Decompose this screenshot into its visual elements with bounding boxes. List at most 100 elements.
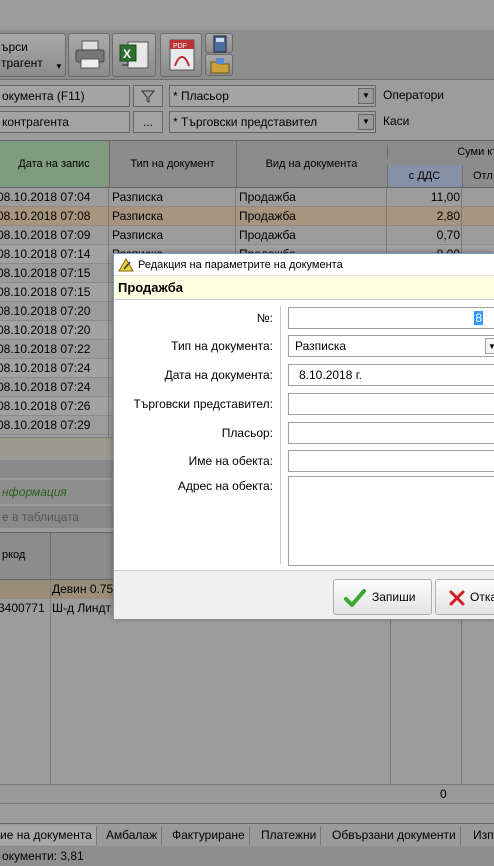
form-divider [280, 306, 281, 564]
col-doc-type-header[interactable]: Тип на документ [109, 141, 235, 187]
checkmark-icon [344, 589, 366, 607]
row-date: 08.10.2018 07:20 [0, 304, 91, 318]
row-date: 08.10.2018 07:29 [0, 418, 91, 432]
row-date: 08.10.2018 07:24 [0, 380, 91, 394]
row-date: 08.10.2018 07:04 [0, 190, 91, 204]
row-date: 08.10.2018 07:15 [0, 285, 91, 299]
row-date: 08.10.2018 07:24 [0, 361, 91, 375]
sales-rep-label: Търговски представител: [133, 397, 274, 411]
number-field[interactable]: 8 [288, 307, 494, 329]
chevron-down-icon[interactable]: ▼ [485, 338, 494, 354]
doc-type-label: Тип на документа: [171, 339, 273, 353]
tab-payments[interactable]: Платежни [257, 826, 322, 845]
row-date: 08.10.2018 07:08 [0, 209, 91, 223]
pdf-icon: PDF [169, 39, 195, 71]
col-doc-kind-header[interactable]: Вид на документа [236, 141, 386, 187]
sums-group-header: Суми къ [387, 145, 494, 159]
row-amount: 2,80 [436, 209, 460, 223]
grid-col-divider [50, 533, 51, 581]
table-row[interactable]: 08.10.2018 07:08 Разписка Продажба 2,80 [0, 207, 494, 226]
cancel-button[interactable]: Отка [435, 579, 494, 615]
folder-icon [210, 58, 230, 74]
table-row[interactable]: 08.10.2018 07:09 Разписка Продажба 0,70 [0, 226, 494, 245]
placer-label: Пласьор: [221, 426, 273, 440]
col-date-header[interactable]: Дата на запис [0, 141, 108, 187]
calculator-icon [213, 35, 227, 53]
search-contragent-button[interactable]: ърси трагент ▼ [0, 33, 66, 77]
bottom-tabs: ие на документа Амбалаж Фактуриране Плат… [0, 823, 494, 845]
col-code-header[interactable]: ркод [2, 549, 25, 561]
object-name-field[interactable] [288, 450, 494, 472]
operators-label: Оператори [383, 88, 445, 102]
object-address-field[interactable] [288, 476, 494, 566]
svg-text:X: X [123, 47, 131, 61]
documents-filter[interactable]: окумента (F11) [0, 85, 130, 107]
row-date: 08.10.2018 07:20 [0, 323, 91, 337]
dialog-header: Продажба [114, 276, 494, 300]
subgrid-footer: 0 [0, 784, 494, 804]
row-date: 08.10.2018 07:09 [0, 228, 91, 242]
svg-text:PDF: PDF [173, 43, 187, 50]
row-amount: 0,70 [436, 228, 460, 242]
calculator-button[interactable] [205, 33, 233, 53]
row-name: Девин 0.75 [52, 582, 114, 596]
doc-date-field[interactable]: 8.10.2018 г. [288, 364, 494, 386]
table-row[interactable]: 08.10.2018 07:04 Разписка Продажба 11,00 [0, 188, 494, 207]
dropdown-arrow-icon: ▼ [55, 62, 63, 71]
sales-rep-combo[interactable]: * Търговски представител ▼ [169, 111, 376, 133]
cash-label: Каси [383, 114, 410, 128]
chevron-down-icon[interactable]: ▼ [358, 88, 374, 104]
tab-document[interactable]: ие на документа [0, 826, 97, 845]
filter-button[interactable] [133, 85, 163, 107]
toolbar: ърси трагент ▼ X PDF [0, 30, 494, 80]
export-pdf-button[interactable]: PDF [160, 33, 202, 77]
row-doc-type: Разписка [112, 209, 164, 223]
open-folder-button[interactable] [205, 54, 233, 76]
sales-rep-combo-text: * Търговски представител [173, 115, 318, 129]
doc-type-select[interactable]: Разписка ▼ [288, 335, 494, 357]
grid-col-divider [108, 188, 109, 456]
dialog-titlebar[interactable]: Редакция на параметрите на документа [114, 254, 494, 276]
status-bar: окументи: 3,81 [0, 846, 494, 866]
search-button-label-2: трагент [1, 56, 43, 70]
row-code: 3400771 [0, 601, 45, 615]
browse-button[interactable]: ... [133, 111, 163, 133]
row-date: 08.10.2018 07:26 [0, 399, 91, 413]
placer-combo[interactable]: * Пласьор ▼ [169, 85, 376, 107]
close-icon [449, 590, 465, 606]
row-date: 08.10.2018 07:14 [0, 247, 91, 261]
printer-icon [75, 40, 105, 69]
sales-rep-field[interactable] [288, 393, 494, 415]
warning-pencil-icon [118, 258, 134, 272]
row-doc-kind: Продажба [239, 228, 296, 242]
col-other-header[interactable]: Отл [462, 165, 494, 187]
col-with-vat-header[interactable]: с ДДС [387, 165, 461, 187]
row-name: Ш-д Линдт [52, 601, 112, 615]
tab-packaging[interactable]: Амбалаж [102, 826, 163, 845]
contragent-filter[interactable]: контрагента [0, 111, 130, 133]
edit-document-dialog: Редакция на параметрите на документа Про… [113, 253, 494, 619]
row-doc-type: Разписка [112, 190, 164, 204]
print-button[interactable] [68, 33, 110, 77]
save-button[interactable]: Запиши [333, 579, 432, 615]
object-name-label: Име на обекта: [188, 454, 273, 468]
dialog-title: Редакция на параметрите на документа [138, 259, 343, 271]
cancel-button-label: Отка [470, 590, 494, 604]
tab-more[interactable]: Изп [469, 826, 494, 845]
search-button-label-1: ърси [1, 40, 28, 54]
export-excel-button[interactable]: X [112, 33, 156, 77]
row-date: 08.10.2018 07:15 [0, 266, 91, 280]
doc-type-value: Разписка [295, 339, 347, 353]
row-doc-kind: Продажба [239, 190, 296, 204]
row-doc-kind: Продажба [239, 209, 296, 223]
placer-field[interactable] [288, 422, 494, 444]
number-field-value: 8 [474, 311, 483, 325]
dialog-form: №: 8 Тип на документа: Разписка ▼ Дата н… [114, 300, 494, 570]
chevron-down-icon[interactable]: ▼ [358, 114, 374, 130]
row-date: 08.10.2018 07:22 [0, 342, 91, 356]
number-label: №: [256, 311, 273, 325]
save-button-label: Запиши [372, 590, 416, 604]
tab-linked-documents[interactable]: Обвързани документи [328, 826, 461, 845]
tab-invoicing[interactable]: Фактуриране [168, 826, 250, 845]
grid-col-divider [50, 580, 51, 803]
